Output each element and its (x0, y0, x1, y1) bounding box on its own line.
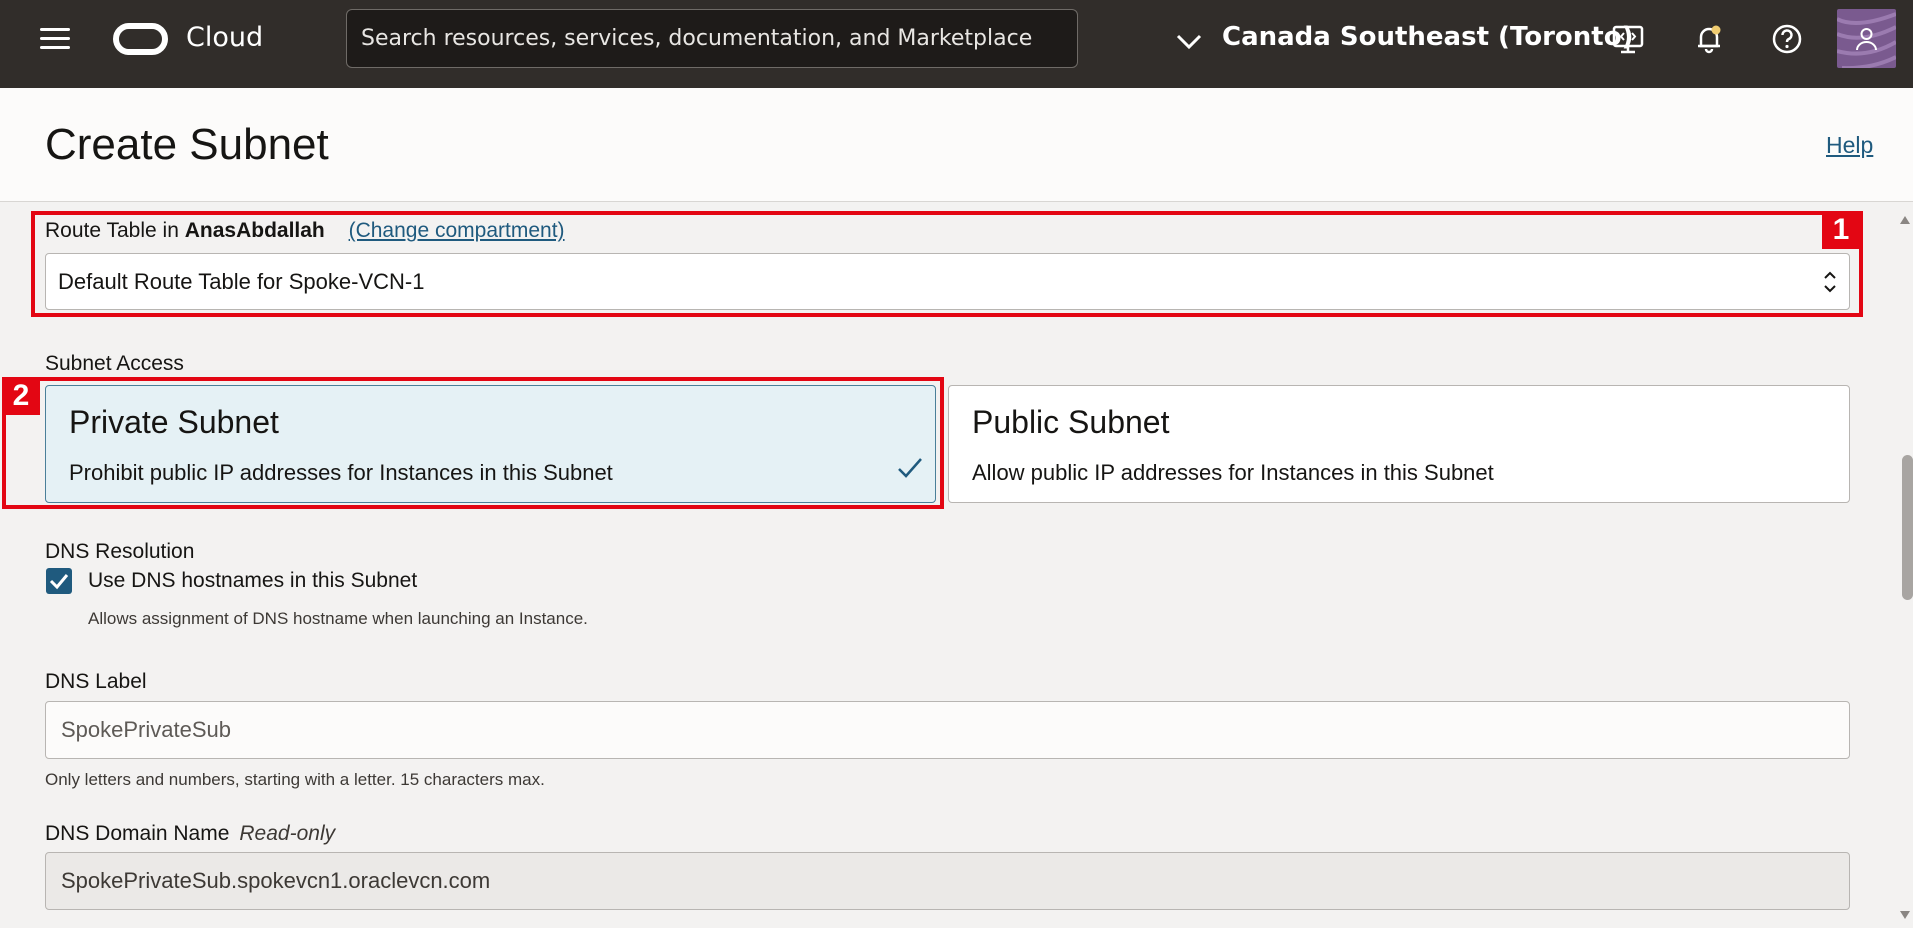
route-table-compartment: AnasAbdallah (184, 219, 325, 242)
subnet-access-label: Subnet Access (45, 352, 184, 375)
developer-tools-icon[interactable] (1611, 22, 1645, 56)
select-arrows-icon (1824, 271, 1836, 293)
public-subnet-card[interactable]: Public Subnet Allow public IP addresses … (948, 385, 1850, 503)
public-subnet-desc: Allow public IP addresses for Instances … (972, 460, 1494, 485)
oracle-logo-icon[interactable] (113, 23, 168, 55)
read-only-tag: Read-only (239, 822, 336, 845)
dns-label-label: DNS Label (45, 670, 147, 693)
notifications-bell-icon[interactable] (1692, 22, 1726, 56)
route-table-selected-value: Default Route Table for Spoke-VCN-1 (58, 269, 425, 294)
scroll-down-icon[interactable] (1899, 910, 1911, 920)
private-subnet-card[interactable]: Private Subnet Prohibit public IP addres… (45, 385, 936, 503)
dns-hostnames-checkbox-label[interactable]: Use DNS hostnames in this Subnet (88, 569, 417, 593)
dns-label-input[interactable] (45, 701, 1850, 759)
private-subnet-title: Private Subnet (69, 404, 279, 440)
dns-resolution-label: DNS Resolution (45, 540, 195, 563)
page-title: Create Subnet (45, 120, 329, 169)
scrollbar-thumb[interactable] (1902, 455, 1913, 600)
public-subnet-title: Public Subnet (972, 404, 1170, 440)
region-selector[interactable]: Canada Southeast (Toronto) (1222, 22, 1633, 52)
user-profile-icon (1837, 12, 1896, 68)
dns-hostnames-hint: Allows assignment of DNS hostname when l… (88, 609, 588, 628)
user-avatar[interactable] (1837, 9, 1896, 68)
search-input[interactable] (346, 9, 1078, 68)
dns-domain-label: DNS Domain Name Read-only (45, 822, 335, 846)
checkmark-icon (898, 458, 922, 478)
annotation-badge-2: 2 (2, 377, 40, 415)
help-icon[interactable] (1770, 22, 1804, 56)
top-bar: Cloud Canada Southeast (Toronto) (0, 0, 1913, 88)
page-header: Create Subnet Help (0, 88, 1913, 202)
checkbox-check-icon (49, 574, 69, 590)
chevron-down-icon[interactable] (1175, 30, 1203, 52)
scroll-up-icon[interactable] (1899, 215, 1911, 225)
route-table-label: Route Table in AnasAbdallah (Change comp… (45, 219, 565, 243)
dns-hostnames-checkbox[interactable] (46, 568, 72, 594)
help-link[interactable]: Help (1826, 132, 1873, 159)
menu-icon[interactable] (40, 28, 70, 50)
change-compartment-link[interactable]: (Change compartment) (349, 219, 565, 242)
annotation-badge-1: 1 (1822, 211, 1860, 249)
private-subnet-desc: Prohibit public IP addresses for Instanc… (69, 460, 613, 485)
dns-domain-input (45, 852, 1850, 910)
dns-domain-label-text: DNS Domain Name (45, 822, 230, 845)
dns-label-hint: Only letters and numbers, starting with … (45, 770, 545, 789)
brand-name: Cloud (186, 22, 264, 53)
route-table-label-prefix: Route Table in (45, 219, 179, 242)
route-table-select[interactable]: Default Route Table for Spoke-VCN-1 (45, 253, 1850, 310)
